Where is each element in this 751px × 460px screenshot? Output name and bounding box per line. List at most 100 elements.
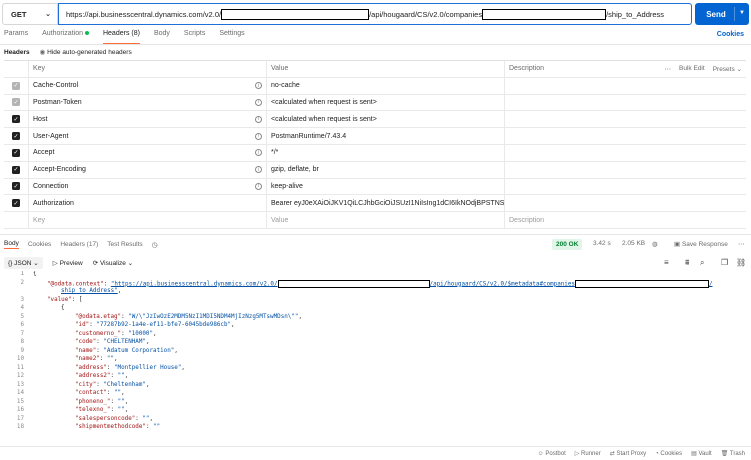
filter-icon[interactable]: ⩩ xyxy=(685,258,689,268)
checkbox[interactable]: ✓ xyxy=(12,115,20,124)
trash-label: Trash xyxy=(729,451,745,457)
header-value[interactable]: Bearer eyJ0eXAiOiJKV1QiLCJhbGciOiJSUzI1N… xyxy=(266,195,504,212)
info-icon[interactable]: i xyxy=(255,182,262,190)
header-key[interactable]: Cache-Control i xyxy=(28,77,266,94)
globe-icon: ◍ xyxy=(652,241,658,248)
header-value[interactable]: */* xyxy=(266,144,504,161)
header-key[interactable]: Host i xyxy=(28,111,266,128)
json-punct: : xyxy=(106,390,115,396)
trash-button[interactable]: 🗑 Trash xyxy=(721,450,745,457)
header-description[interactable] xyxy=(504,111,746,128)
header-description[interactable] xyxy=(504,195,746,212)
copy-icon[interactable]: ❐ xyxy=(721,258,728,267)
tab-response-cookies[interactable]: Cookies xyxy=(28,241,51,248)
json-key: "phoneno_" xyxy=(75,398,111,405)
tab-response-body[interactable]: Body xyxy=(4,240,19,249)
tab-response-headers[interactable]: Headers (17) xyxy=(60,241,98,248)
header-description[interactable] xyxy=(504,77,746,94)
response-body-code[interactable]: 1{2 "@odata.context": "https://api.busine… xyxy=(0,271,751,443)
visualize-button[interactable]: ⟳ Visualize ⌄ xyxy=(93,259,133,267)
tab-headers[interactable]: Headers (8) xyxy=(102,30,140,44)
tab-settings[interactable]: Settings xyxy=(219,30,244,44)
checkbox[interactable]: ✓ xyxy=(12,199,20,208)
checkbox[interactable]: ✓ xyxy=(12,132,20,141)
save-response-label: Save Response xyxy=(681,241,728,248)
response-time: 3.42 s xyxy=(593,240,611,247)
info-icon[interactable]: i xyxy=(255,166,262,174)
hide-auto-headers-toggle[interactable]: ◉ Hide auto-generated headers xyxy=(40,48,132,56)
checkbox[interactable]: ✓ xyxy=(12,98,20,107)
row-checkbox-cell: ✓ xyxy=(4,145,28,161)
json-link[interactable]: ship_to_Address" xyxy=(61,288,118,294)
runner-button[interactable]: ▷ Runner xyxy=(575,450,601,457)
header-key[interactable]: Accept i xyxy=(28,144,266,161)
cookies-button[interactable]: ◔ Cookies xyxy=(655,451,682,457)
code-text: { xyxy=(33,305,65,311)
header-value[interactable]: <calculated when request is sent> xyxy=(266,94,504,111)
vault-button[interactable]: ▤ Vault xyxy=(691,450,712,457)
save-response-button[interactable]: ▣ Save Response xyxy=(674,240,728,248)
header-key[interactable]: User-Agent i xyxy=(28,128,266,144)
presets-dropdown[interactable]: Presets ⌄ xyxy=(713,65,742,73)
header-value[interactable]: gzip, deflate, br xyxy=(266,161,504,178)
code-text: "shipmentmethodcode": "" xyxy=(33,424,160,430)
info-icon[interactable]: i xyxy=(255,149,262,157)
header-key[interactable]: Postman-Token i xyxy=(28,94,266,111)
bulk-edit-link[interactable]: Bulk Edit xyxy=(679,65,705,73)
header-description[interactable] xyxy=(504,161,746,178)
tab-test-results[interactable]: Test Results xyxy=(107,241,142,248)
tab-body[interactable]: Body xyxy=(154,30,170,44)
checkbox[interactable]: ✓ xyxy=(12,81,20,90)
code-line: 2 "@odata.context": "https://api.business… xyxy=(0,279,751,289)
info-icon[interactable]: i xyxy=(255,115,262,123)
tab-authorization[interactable]: Authorization xyxy=(42,30,89,44)
more-icon[interactable]: ⋯ xyxy=(665,65,672,73)
header-key[interactable]: Connection i xyxy=(28,178,266,195)
json-key: "@odata.context" xyxy=(47,281,104,287)
more-icon[interactable]: ⋯ xyxy=(738,240,745,248)
tab-scripts[interactable]: Scripts xyxy=(184,30,205,44)
line-number: 2 xyxy=(20,279,24,286)
chevron-down-icon[interactable]: ▼ xyxy=(739,10,745,16)
header-description[interactable] xyxy=(504,144,746,161)
header-description[interactable] xyxy=(504,178,746,195)
json-punct: { xyxy=(33,271,37,277)
postbot-button[interactable]: ☺ Postbot xyxy=(538,451,566,457)
json-link[interactable]: / xyxy=(709,281,713,287)
header-value[interactable]: <calculated when request is sent> xyxy=(266,111,504,128)
link-icon[interactable]: ⛓ xyxy=(736,258,746,267)
url-input[interactable]: https://api.businesscentral.dynamics.com… xyxy=(58,3,692,25)
format-dropdown[interactable]: {} JSON ⌄ xyxy=(4,257,43,269)
wrap-icon[interactable]: ≡ xyxy=(664,258,669,267)
line-number: 6 xyxy=(20,322,24,328)
start-proxy-button[interactable]: ⇄ Start Proxy xyxy=(610,450,646,457)
method-label: GET xyxy=(11,9,27,19)
header-value[interactable]: keep-alive xyxy=(266,178,504,195)
checkbox[interactable]: ✓ xyxy=(12,148,20,157)
send-button[interactable]: Send ▼ xyxy=(695,3,749,25)
code-line: 13 "city": "Cheltenham", xyxy=(0,382,751,391)
info-icon[interactable]: i xyxy=(255,132,262,140)
tab-params[interactable]: Params xyxy=(4,30,28,44)
header-key[interactable]: Authorization xyxy=(28,195,266,212)
json-link[interactable]: "https://api.businesscentral.dynamics.co… xyxy=(111,281,278,287)
header-value[interactable]: PostmanRuntime/7.43.4 xyxy=(266,128,504,144)
header-description[interactable] xyxy=(504,94,746,111)
preview-button[interactable]: ▷ Preview xyxy=(53,259,83,267)
checkbox[interactable]: ✓ xyxy=(12,165,20,174)
search-icon[interactable]: ⌕ xyxy=(700,258,704,268)
header-description[interactable] xyxy=(504,128,746,144)
new-value-input[interactable]: Value xyxy=(266,212,504,228)
checkbox[interactable]: ✓ xyxy=(12,182,20,191)
new-key-input[interactable]: Key xyxy=(28,212,266,228)
history-icon[interactable]: ◷ xyxy=(152,241,158,249)
json-punct: : xyxy=(103,281,111,287)
info-icon[interactable]: i xyxy=(255,98,262,106)
info-icon[interactable]: i xyxy=(255,82,262,90)
new-description-input[interactable]: Description xyxy=(504,212,746,228)
header-key[interactable]: Accept-Encoding i xyxy=(28,161,266,178)
json-link[interactable]: /api/hougaard/CS/v2.0/$metadata#companie… xyxy=(430,281,575,287)
header-value[interactable]: no-cache xyxy=(266,77,504,94)
method-select[interactable]: GET ⌄ xyxy=(2,3,58,25)
cookies-link[interactable]: Cookies xyxy=(717,31,744,38)
